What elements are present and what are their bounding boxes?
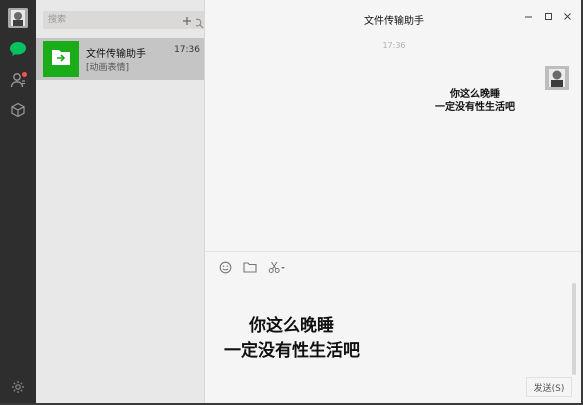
compose-area[interactable]: 你这么晚睡 一定没有性生活吧 bbox=[205, 280, 571, 375]
compose-scrollbar[interactable] bbox=[572, 283, 576, 375]
conversation-last-message: [动画表情] bbox=[86, 63, 130, 73]
compose-line-2: 一定没有性生活吧 bbox=[224, 341, 360, 361]
message-avatar[interactable] bbox=[545, 66, 569, 90]
conversation-avatar bbox=[43, 41, 79, 77]
send-button[interactable]: 发送(S) bbox=[526, 377, 572, 397]
chat-header: 文件传输助手 bbox=[205, 0, 583, 36]
notification-badge bbox=[22, 72, 27, 77]
minimize-icon[interactable] bbox=[521, 9, 535, 23]
compose-divider bbox=[205, 251, 583, 252]
nav-contacts[interactable] bbox=[9, 71, 27, 89]
scissors-icon[interactable] bbox=[267, 259, 287, 275]
nav-favorites[interactable] bbox=[9, 101, 27, 119]
avatar[interactable] bbox=[8, 8, 28, 28]
conversation-list-panel: 文件传输助手 17:36 [动画表情] bbox=[36, 0, 208, 405]
conversation-name: 文件传输助手 bbox=[86, 49, 146, 60]
folder-icon[interactable] bbox=[242, 259, 258, 275]
nav-rail bbox=[0, 0, 36, 405]
plus-icon bbox=[182, 11, 192, 30]
file-transfer-icon bbox=[50, 47, 72, 71]
chat-bubble-icon bbox=[9, 41, 27, 57]
add-chat-button[interactable] bbox=[178, 11, 196, 29]
conversation-item[interactable]: 文件传输助手 17:36 [动画表情] bbox=[36, 38, 204, 80]
nav-chats[interactable] bbox=[9, 40, 27, 58]
gear-icon bbox=[11, 380, 25, 394]
message-timestamp: 17:36 bbox=[382, 41, 406, 50]
sticker-message[interactable]: 你这么晚睡 一定没有性生活吧 bbox=[425, 88, 525, 114]
emoji-icon[interactable] bbox=[217, 259, 233, 275]
nav-settings[interactable] bbox=[9, 378, 27, 396]
maximize-icon[interactable] bbox=[541, 9, 555, 23]
conversation-time: 17:36 bbox=[174, 45, 200, 55]
close-icon[interactable] bbox=[560, 9, 574, 23]
cube-icon bbox=[10, 102, 26, 118]
sticker-line-1: 你这么晚睡 bbox=[450, 89, 500, 100]
sticker-line-2: 一定没有性生活吧 bbox=[435, 102, 515, 113]
chat-pane: 文件传输助手 17:36 你这么晚睡 一定没有性生活吧 你这么晚睡 一定没有性生… bbox=[205, 0, 583, 405]
compose-toolbar bbox=[217, 259, 287, 275]
wechat-window: 文件传输助手 17:36 [动画表情] 文件传输助手 17:3 bbox=[0, 0, 583, 405]
contacts-icon bbox=[10, 72, 27, 88]
compose-line-1: 你这么晚睡 bbox=[249, 316, 334, 336]
search-input[interactable] bbox=[43, 11, 188, 29]
